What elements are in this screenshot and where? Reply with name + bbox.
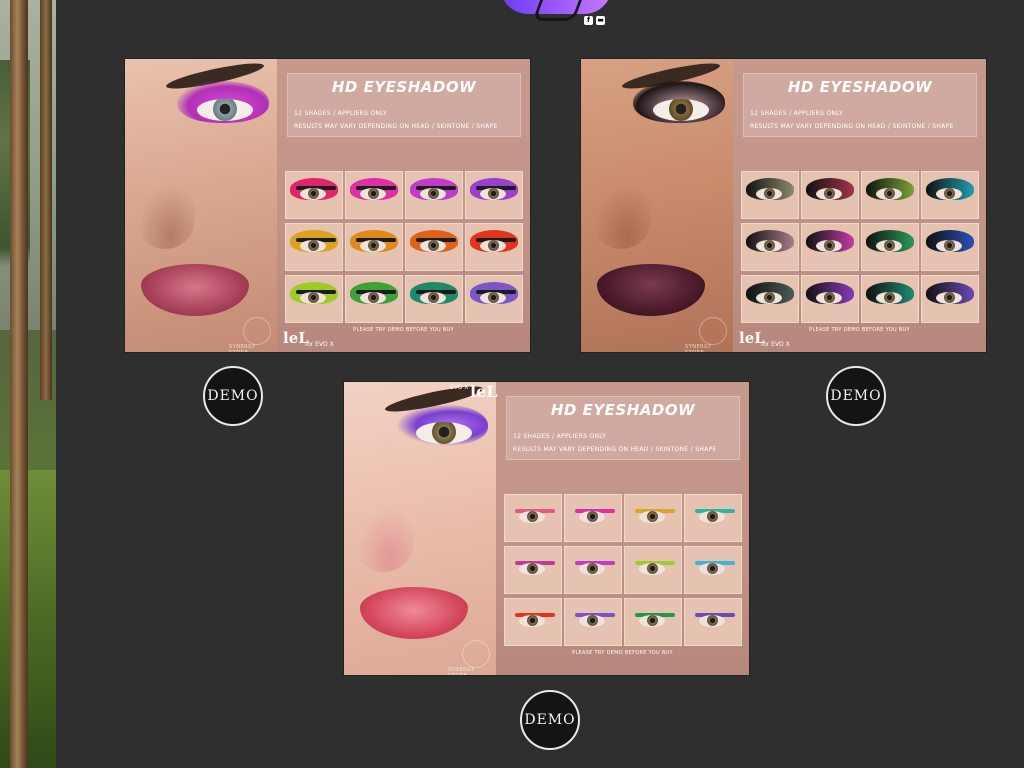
model-face-image: SYNERGY STORE: [125, 59, 277, 352]
shade-swatch: [345, 223, 403, 271]
demo-button-dark[interactable]: DEMO: [826, 366, 886, 426]
shade-swatch: [564, 494, 622, 542]
brand-seal-icon: [462, 640, 490, 668]
evo-label: EVO X: [450, 384, 469, 391]
shade-swatch: [465, 275, 523, 323]
shade-swatch: [465, 171, 523, 219]
demo-note: PLEASE TRY DEMO BEFORE YOU BUY: [809, 327, 910, 333]
brand-seal-icon: [699, 317, 727, 345]
store-logo: f ▬: [500, 0, 630, 36]
product-disclaimer: RESULTS MAY VARY DEPENDING ON HEAD / SKI…: [750, 123, 954, 130]
shade-swatch: [465, 223, 523, 271]
lips: [597, 264, 705, 316]
lips: [360, 587, 468, 639]
demo-note: PLEASE TRY DEMO BEFORE YOU BUY: [353, 327, 454, 333]
brand-name: SYNERGY STORE: [685, 344, 712, 352]
shade-swatch: [504, 494, 562, 542]
product-header: HD EYESHADOW 12 SHADES / APPLIERS ONLY R…: [287, 73, 521, 137]
product-shades: 12 SHADES / APPLIERS ONLY: [513, 433, 607, 440]
demo-button-purple[interactable]: DEMO: [203, 366, 263, 426]
model-face-image: SYNERGY STORE: [344, 382, 496, 675]
product-title: HD EYESHADOW: [550, 401, 696, 419]
brand-seal-icon: [243, 317, 271, 345]
3d-scene-edge: [0, 0, 56, 768]
eye: [416, 422, 472, 444]
shade-swatch: [504, 546, 562, 594]
product-shades: 12 SHADES / APPLIERS ONLY: [750, 110, 844, 117]
scene-grass: [0, 470, 56, 768]
lips: [141, 264, 249, 316]
product-info: HD EYESHADOW 12 SHADES / APPLIERS ONLY R…: [277, 59, 530, 352]
nose-shadow: [135, 179, 195, 249]
shade-swatch: [285, 171, 343, 219]
facebook-icon[interactable]: f: [584, 16, 593, 25]
shade-swatch: [624, 598, 682, 646]
shade-swatch: [921, 275, 979, 323]
demo-note: PLEASE TRY DEMO BEFORE YOU BUY: [572, 650, 673, 656]
product-shades: 12 SHADES / APPLIERS ONLY: [294, 110, 388, 117]
shade-swatch: [741, 171, 799, 219]
shade-swatch: [285, 275, 343, 323]
shade-swatch: [405, 275, 463, 323]
shade-swatch: [564, 598, 622, 646]
nose-shadow: [591, 179, 651, 249]
shade-grid: [504, 494, 742, 646]
shade-swatch: [624, 494, 682, 542]
eye: [197, 99, 253, 121]
product-title: HD EYESHADOW: [787, 78, 933, 96]
shade-swatch: [801, 223, 859, 271]
shade-swatch: [861, 275, 919, 323]
shade-swatch: [741, 275, 799, 323]
shade-swatch: [741, 223, 799, 271]
shade-grid: [285, 171, 523, 323]
shade-swatch: [684, 494, 742, 542]
product-title: HD EYESHADOW: [331, 78, 477, 96]
flickr-icon[interactable]: ▬: [596, 16, 605, 25]
model-face-image: SYNERGY STORE: [581, 59, 733, 352]
evo-label: for EVO X: [305, 341, 334, 348]
evo-label: for EVO X: [761, 341, 790, 348]
shade-grid: [741, 171, 979, 323]
shade-swatch: [405, 223, 463, 271]
product-panel-dark[interactable]: SYNERGY STORE HD EYESHADOW 12 SHADES / A…: [581, 59, 986, 352]
brand-name: SYNERGY STORE: [448, 667, 475, 675]
shade-swatch: [921, 171, 979, 219]
eye: [653, 99, 709, 121]
shade-swatch: [801, 171, 859, 219]
product-disclaimer: RESULTS MAY VARY DEPENDING ON HEAD / SKI…: [294, 123, 498, 130]
shade-swatch: [684, 546, 742, 594]
lel-logo: leL: [470, 382, 498, 401]
product-panel-liner[interactable]: SYNERGY STORE HD EYESHADOW 12 SHADES / A…: [344, 382, 749, 675]
shade-swatch: [861, 171, 919, 219]
shade-swatch: [405, 171, 463, 219]
shade-swatch: [285, 223, 343, 271]
scene-wood-pole: [10, 0, 28, 768]
shade-swatch: [345, 171, 403, 219]
product-header: HD EYESHADOW 12 SHADES / APPLIERS ONLY R…: [506, 396, 740, 460]
product-info: HD EYESHADOW 12 SHADES / APPLIERS ONLY R…: [450, 382, 749, 675]
nose-shadow: [354, 502, 414, 572]
shade-swatch: [801, 275, 859, 323]
brand-name: SYNERGY STORE: [229, 344, 256, 352]
shade-swatch: [861, 223, 919, 271]
shade-swatch: [684, 598, 742, 646]
product-disclaimer: RESULTS MAY VARY DEPENDING ON HEAD / SKI…: [513, 446, 717, 453]
shade-swatch: [564, 546, 622, 594]
scene-wood-pole: [40, 0, 52, 400]
shade-swatch: [921, 223, 979, 271]
shade-swatch: [624, 546, 682, 594]
product-panel-purple[interactable]: SYNERGY STORE HD EYESHADOW 12 SHADES / A…: [125, 59, 530, 352]
product-info: HD EYESHADOW 12 SHADES / APPLIERS ONLY R…: [733, 59, 986, 352]
demo-button-liner[interactable]: DEMO: [520, 690, 580, 750]
shade-swatch: [504, 598, 562, 646]
shade-swatch: [345, 275, 403, 323]
product-header: HD EYESHADOW 12 SHADES / APPLIERS ONLY R…: [743, 73, 977, 137]
logo-mark: [532, 0, 586, 21]
